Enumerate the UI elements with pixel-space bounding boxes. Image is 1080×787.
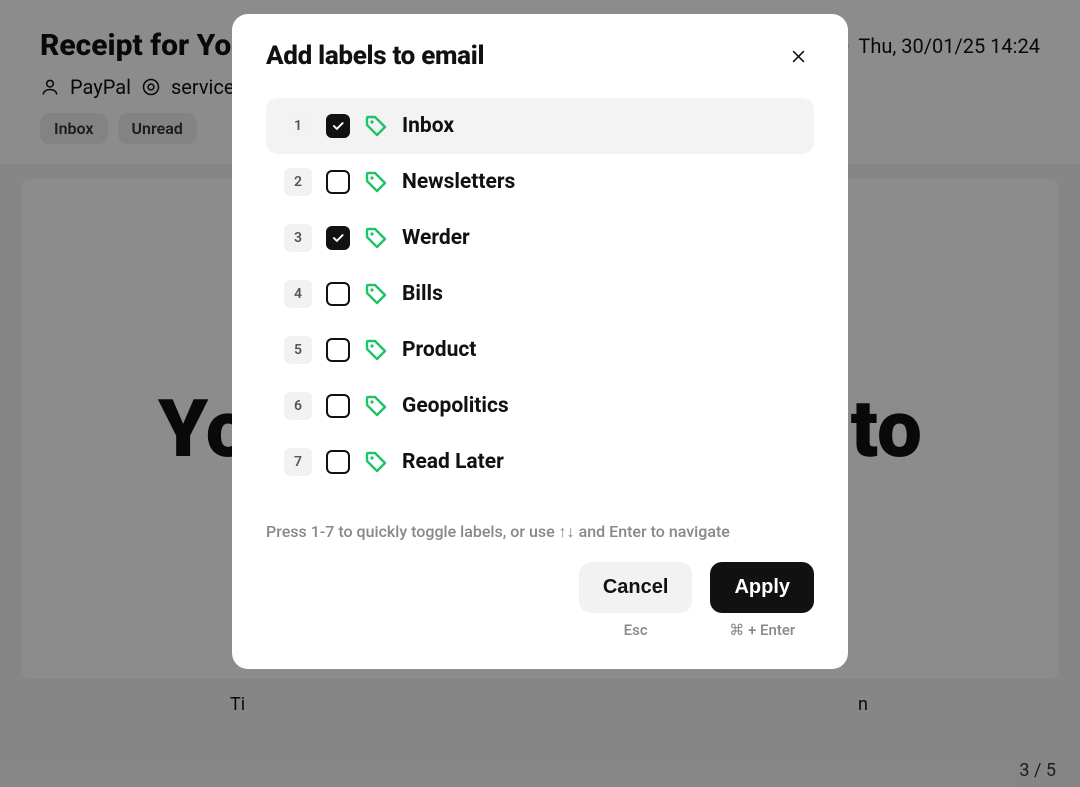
tag-icon xyxy=(364,114,388,138)
tag-icon xyxy=(364,394,388,418)
label-checkbox[interactable] xyxy=(326,450,350,474)
labels-list: 1 Inbox 2 Newsletters 3 Werder 4 Bills 5 Product 6… xyxy=(266,98,814,490)
label-row[interactable]: 3 Werder xyxy=(266,210,814,266)
tag-icon xyxy=(364,282,388,306)
label-checkbox[interactable] xyxy=(326,226,350,250)
row-number-badge: 4 xyxy=(284,280,312,308)
label-checkbox[interactable] xyxy=(326,394,350,418)
row-number-badge: 5 xyxy=(284,336,312,364)
label-name: Read Later xyxy=(402,450,504,474)
tag-icon xyxy=(364,450,388,474)
label-checkbox[interactable] xyxy=(326,114,350,138)
check-icon xyxy=(331,231,345,245)
tag-icon xyxy=(364,338,388,362)
label-checkbox[interactable] xyxy=(326,282,350,306)
close-button[interactable] xyxy=(782,40,814,72)
label-row[interactable]: 2 Newsletters xyxy=(266,154,814,210)
label-name: Product xyxy=(402,338,476,362)
modal-title: Add labels to email xyxy=(266,41,484,71)
close-icon xyxy=(790,48,807,65)
keyboard-hint: Press 1-7 to quickly toggle labels, or u… xyxy=(266,522,814,542)
label-name: Werder xyxy=(402,226,470,250)
row-number-badge: 2 xyxy=(284,168,312,196)
row-number-badge: 7 xyxy=(284,448,312,476)
label-row[interactable]: 5 Product xyxy=(266,322,814,378)
label-row[interactable]: 6 Geopolitics xyxy=(266,378,814,434)
label-checkbox[interactable] xyxy=(326,170,350,194)
label-name: Newsletters xyxy=(402,170,515,194)
label-name: Geopolitics xyxy=(402,394,509,418)
row-number-badge: 3 xyxy=(284,224,312,252)
label-row[interactable]: 4 Bills xyxy=(266,266,814,322)
apply-button[interactable]: Apply xyxy=(710,562,814,613)
row-number-badge: 6 xyxy=(284,392,312,420)
tag-icon xyxy=(364,170,388,194)
label-row[interactable]: 1 Inbox xyxy=(266,98,814,154)
modal-actions: Cancel Esc Apply ⌘ + Enter xyxy=(266,562,814,639)
label-row[interactable]: 7 Read Later xyxy=(266,434,814,490)
apply-shortcut: ⌘ + Enter xyxy=(729,621,795,639)
row-number-badge: 1 xyxy=(284,112,312,140)
cancel-button[interactable]: Cancel xyxy=(579,562,693,613)
add-labels-modal: Add labels to email 1 Inbox 2 Newsletters 3 W… xyxy=(232,14,848,669)
label-name: Bills xyxy=(402,282,443,306)
label-checkbox[interactable] xyxy=(326,338,350,362)
cancel-shortcut: Esc xyxy=(624,621,648,639)
check-icon xyxy=(331,119,345,133)
tag-icon xyxy=(364,226,388,250)
label-name: Inbox xyxy=(402,114,454,138)
